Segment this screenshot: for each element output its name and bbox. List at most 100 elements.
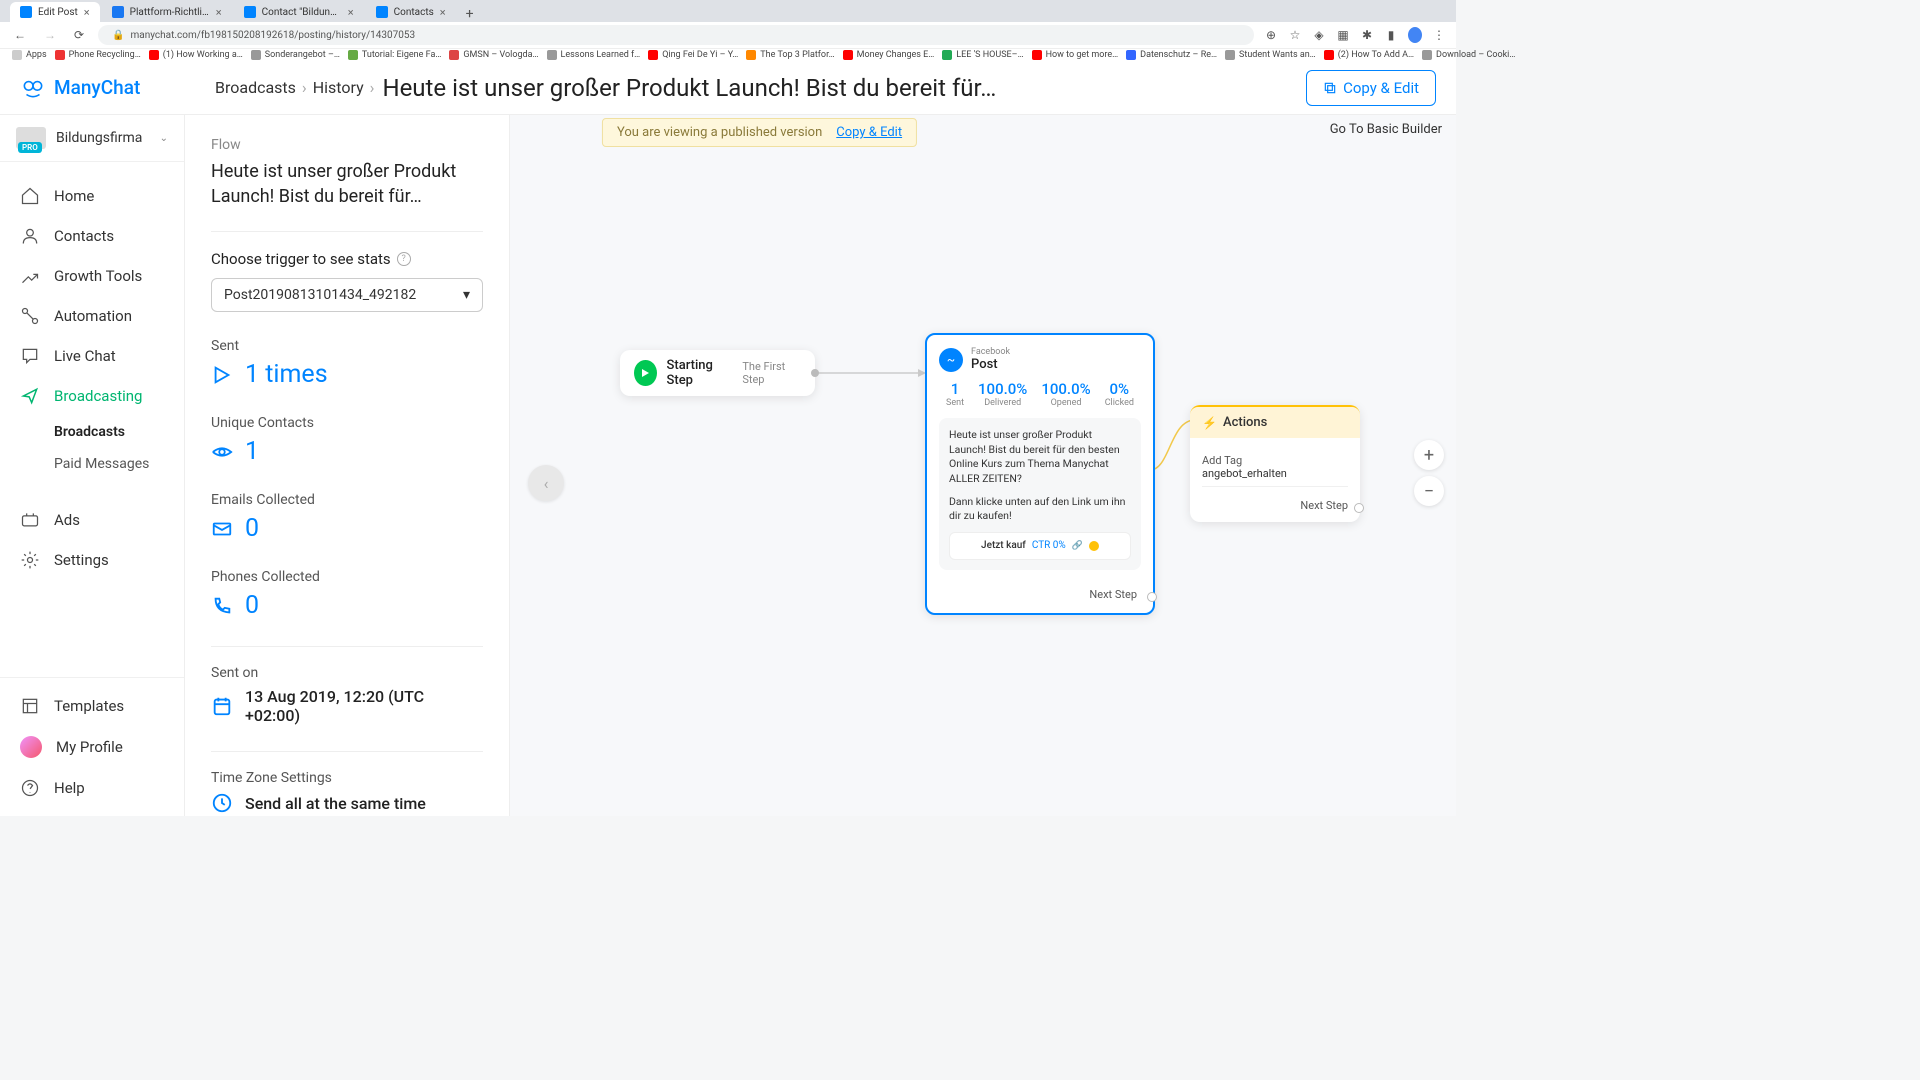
button-label: Copy & Edit xyxy=(1343,79,1419,97)
ext-icon[interactable]: ▦ xyxy=(1336,28,1350,42)
divider xyxy=(211,231,483,232)
bookmark-item[interactable]: Money Changes E… xyxy=(843,50,935,60)
bookmark-item[interactable]: GMSN – Vologda… xyxy=(449,50,538,60)
favicon-icon xyxy=(244,6,256,18)
output-port[interactable] xyxy=(811,369,819,377)
banner-copy-edit-link[interactable]: Copy & Edit xyxy=(836,125,902,140)
browser-tab[interactable]: Plattform-Richtlinien – Übersi… × xyxy=(102,2,232,22)
growth-icon xyxy=(20,266,40,286)
bookmark-item[interactable]: (2) How To Add A… xyxy=(1324,50,1414,60)
starting-step-node[interactable]: Starting Step The First Step xyxy=(620,350,815,396)
nav-ads[interactable]: Ads xyxy=(0,500,184,540)
stat-label: Sent xyxy=(211,338,483,354)
bookmark-item[interactable]: Phone Recycling… xyxy=(55,50,141,60)
breadcrumb-item[interactable]: Broadcasts xyxy=(215,78,296,97)
bookmark-item[interactable]: (1) How Working a… xyxy=(149,50,243,60)
canvas-prev-button[interactable]: ‹ xyxy=(528,465,564,501)
ext-icon[interactable]: ✱ xyxy=(1360,28,1374,42)
back-icon[interactable]: ← xyxy=(10,28,30,42)
actions-node[interactable]: ⚡ Actions Add Tag angebot_erhalten Next … xyxy=(1190,405,1360,522)
stat-value: 1 times xyxy=(245,360,328,389)
reload-icon[interactable]: ⟳ xyxy=(70,28,88,42)
copy-edit-button[interactable]: Copy & Edit xyxy=(1306,70,1436,106)
nav-help[interactable]: Help xyxy=(0,768,184,808)
nav-templates[interactable]: Templates xyxy=(0,686,184,726)
chevron-down-icon: ⌄ xyxy=(160,133,168,144)
stat-label: Unique Contacts xyxy=(211,415,483,431)
logo[interactable]: ManyChat xyxy=(20,75,180,101)
stat-phones: Phones Collected 0 xyxy=(211,569,483,620)
sub-nav-broadcasts[interactable]: Broadcasts xyxy=(54,416,184,448)
sub-nav-paid-messages[interactable]: Paid Messages xyxy=(54,448,184,480)
stat-value: 0 xyxy=(245,514,259,543)
stat-label: Time Zone Settings xyxy=(211,770,483,786)
nav-growth-tools[interactable]: Growth Tools xyxy=(0,256,184,296)
profile-avatar-icon[interactable] xyxy=(1408,27,1422,43)
bookmark-item[interactable]: Datenschutz – Re… xyxy=(1126,50,1217,60)
trigger-dropdown[interactable]: Post20190813101434_492182 ▾ xyxy=(211,278,483,312)
bookmark-item[interactable]: Qing Fei De Yi – Y… xyxy=(648,50,738,60)
nav-home[interactable]: Home xyxy=(0,176,184,216)
ext-icon[interactable]: ▮ xyxy=(1384,28,1398,42)
nav-broadcasting[interactable]: Broadcasting xyxy=(0,376,184,416)
dropdown-value: Post20190813101434_492182 xyxy=(224,287,416,303)
flow-canvas[interactable]: ‹ + − Starting Step The First Step ~ xyxy=(510,115,1456,816)
star-icon[interactable]: ☆ xyxy=(1288,28,1302,42)
browser-tab[interactable]: Contacts × xyxy=(366,2,456,22)
forward-icon[interactable]: → xyxy=(40,28,60,42)
bookmark-item[interactable]: How to get more… xyxy=(1032,50,1119,60)
detail-panel: Flow Heute ist unser großer Produkt Laun… xyxy=(185,115,510,816)
nav-list: Home Contacts Growth Tools Automation Li… xyxy=(0,162,184,677)
bookmark-item[interactable]: Tutorial: Eigene Fa… xyxy=(348,50,441,60)
zoom-in-button[interactable]: + xyxy=(1414,440,1444,470)
nav-contacts[interactable]: Contacts xyxy=(0,216,184,256)
nav-my-profile[interactable]: My Profile xyxy=(0,726,184,768)
divider xyxy=(211,646,483,647)
chat-icon xyxy=(20,346,40,366)
address-bar[interactable]: 🔒manychat.com/fb198150208192618/posting/… xyxy=(98,25,1254,45)
close-icon[interactable]: × xyxy=(348,6,354,19)
bookmark-item[interactable]: Sonderangebot –… xyxy=(251,50,340,60)
basic-builder-link[interactable]: Go To Basic Builder xyxy=(1330,122,1442,137)
message-button[interactable]: Jetzt kauf CTR 0% 🔗 xyxy=(949,532,1131,560)
zoom-out-button[interactable]: − xyxy=(1414,476,1444,506)
nav-automation[interactable]: Automation xyxy=(0,296,184,336)
ext-icon[interactable]: ◈ xyxy=(1312,28,1326,42)
stat-emails: Emails Collected 0 xyxy=(211,492,483,543)
next-step-port[interactable]: Next Step xyxy=(1202,499,1348,512)
favicon-icon xyxy=(376,6,388,18)
stat-label: Sent on xyxy=(211,665,483,681)
stat-timezone: Time Zone Settings Send all at the same … xyxy=(211,770,483,814)
node-title: Starting Step xyxy=(667,358,733,388)
browser-tab[interactable]: Contact "Bildungsfirma" throu… × xyxy=(234,2,364,22)
nav-label: Growth Tools xyxy=(54,267,142,285)
bookmark-item[interactable]: Student Wants an… xyxy=(1225,50,1316,60)
bookmark-bar: Apps Phone Recycling… (1) How Working a…… xyxy=(0,48,1456,61)
help-icon[interactable]: ? xyxy=(397,252,411,266)
node-header: ⚡ Actions xyxy=(1190,407,1360,438)
clock-icon xyxy=(211,792,233,814)
tab-bar: Edit Post × Plattform-Richtlinien – Über… xyxy=(0,0,1456,22)
stat-unique-contacts: Unique Contacts 1 xyxy=(211,415,483,466)
next-step-port[interactable]: Next Step xyxy=(939,588,1141,601)
bookmark-item[interactable]: Download – Cooki… xyxy=(1422,50,1515,60)
menu-icon[interactable]: ⋮ xyxy=(1432,28,1446,42)
main-layout: PRO Bildungsfirma ⌄ Home Contacts Growth… xyxy=(0,115,1456,816)
nav-live-chat[interactable]: Live Chat xyxy=(0,336,184,376)
new-tab-button[interactable]: + xyxy=(458,6,482,22)
bookmark-item[interactable]: LEE 'S HOUSE–… xyxy=(942,50,1023,60)
close-icon[interactable]: × xyxy=(216,6,222,19)
breadcrumb-item[interactable]: History xyxy=(313,78,364,97)
bookmark-item[interactable]: The Top 3 Platfor… xyxy=(746,50,834,60)
nav-settings[interactable]: Settings xyxy=(0,540,184,580)
post-node[interactable]: ~ Facebook Post 1Sent 100.0%Delivered 10… xyxy=(925,333,1155,615)
facebook-icon: ~ xyxy=(939,348,963,372)
apps-button[interactable]: Apps xyxy=(12,50,47,60)
node-title: Post xyxy=(971,357,1010,372)
bookmark-item[interactable]: Lessons Learned f… xyxy=(547,50,641,60)
account-selector[interactable]: PRO Bildungsfirma ⌄ xyxy=(0,115,184,162)
translate-icon[interactable]: ⊕ xyxy=(1264,28,1278,42)
browser-tab-active[interactable]: Edit Post × xyxy=(10,2,100,22)
close-icon[interactable]: × xyxy=(440,6,446,19)
close-icon[interactable]: × xyxy=(84,6,90,19)
